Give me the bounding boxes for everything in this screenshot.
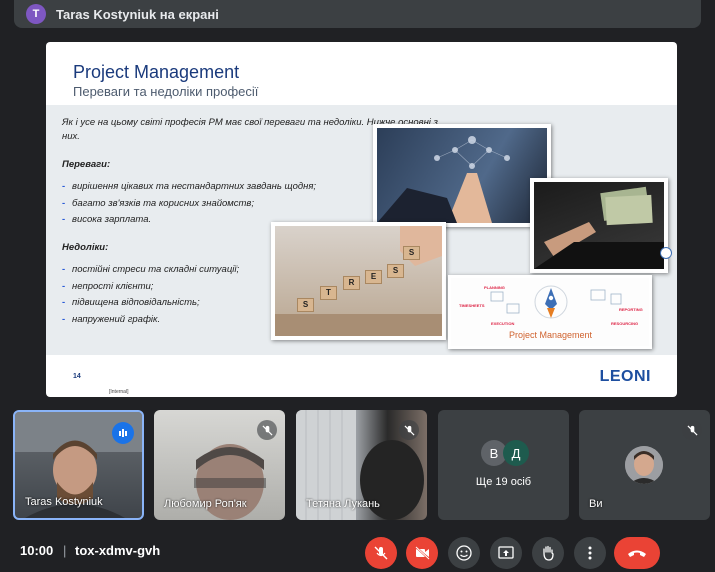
- mic-off-icon: [257, 420, 277, 440]
- speaking-indicator-icon: [112, 422, 134, 444]
- present-icon: [498, 546, 514, 559]
- diagram-label: PLANNING: [484, 285, 505, 290]
- present-screen-button[interactable]: [490, 537, 522, 569]
- stress-letter-block: T: [320, 286, 337, 300]
- presenting-text: Taras Kostyniuk на екрані: [56, 6, 219, 22]
- mic-off-icon: [399, 420, 419, 440]
- self-avatar: [625, 446, 663, 484]
- pm-image-caption: Project Management: [509, 330, 593, 340]
- stress-letter-block: E: [365, 270, 382, 284]
- money-pocket-photo: [530, 178, 668, 273]
- meeting-code[interactable]: tox-xdmv-gvh: [75, 543, 160, 558]
- bar-separator: |: [63, 543, 67, 558]
- self-tile[interactable]: Ви: [579, 410, 710, 520]
- camera-off-icon: [414, 546, 430, 560]
- hand-icon: [543, 545, 554, 561]
- stress-letter-block: S: [387, 264, 404, 278]
- diagram-label: REPORTING: [619, 307, 643, 312]
- more-vert-icon: [588, 546, 592, 560]
- reactions-button[interactable]: [448, 537, 480, 569]
- slide-subtitle: Переваги та недоліки професії: [73, 84, 259, 99]
- stress-letter-block: S: [297, 298, 314, 312]
- mic-off-icon: [682, 420, 702, 440]
- camera-toggle-button[interactable]: [406, 537, 438, 569]
- stress-letter-block: S: [403, 246, 420, 260]
- self-name: Ви: [589, 498, 603, 510]
- leoni-logo: LEONI: [599, 368, 651, 385]
- participant-tile[interactable]: Любомир Роп'як: [154, 410, 285, 520]
- more-options-button[interactable]: [574, 537, 606, 569]
- leave-call-button[interactable]: [614, 537, 660, 569]
- internal-label: [Internal]: [109, 389, 129, 395]
- diagram-label: TIMESHEETS: [459, 303, 485, 308]
- mic-off-icon: [374, 546, 388, 560]
- diagram-label: RESOURCING: [611, 321, 639, 326]
- presenting-banner: T Taras Kostyniuk на екрані: [14, 0, 701, 28]
- emoji-icon: [456, 545, 472, 561]
- slide-title: Project Management: [73, 62, 240, 82]
- stress-letter-block: R: [343, 276, 360, 290]
- participant-tile[interactable]: Taras Kostyniuk: [13, 410, 144, 520]
- business-network-photo: [373, 124, 551, 227]
- diagram-label: EXECUTION: [491, 321, 515, 326]
- others-count: Ще 19 осіб: [475, 476, 532, 488]
- slide-pointer-icon: [660, 247, 672, 259]
- slide-page-number: 14: [73, 373, 81, 380]
- participant-name: Taras Kostyniuk: [25, 496, 103, 508]
- shared-slide: Project Management Переваги та недоліки …: [46, 42, 677, 397]
- participant-name: Тетяна Лукань: [306, 498, 380, 510]
- participant-tile[interactable]: Тетяна Лукань: [296, 410, 427, 520]
- stress-blocks-photo: S T R E S S: [271, 222, 446, 340]
- mic-toggle-button[interactable]: [365, 537, 397, 569]
- others-tile[interactable]: В Д Ще 19 осіб: [438, 410, 569, 520]
- meeting-clock: 10:00: [20, 543, 54, 558]
- participant-name: Любомир Роп'як: [164, 498, 247, 510]
- pm-infographic: PLANNING TIMESHEETS EXECUTION REPORTING …: [448, 275, 652, 349]
- hang-up-icon: [628, 550, 646, 557]
- raise-hand-button[interactable]: [532, 537, 564, 569]
- bottom-control-bar: 10:00 | tox-xdmv-gvh: [0, 528, 715, 572]
- participant-initial: Д: [503, 440, 529, 466]
- presenter-avatar: T: [26, 4, 46, 24]
